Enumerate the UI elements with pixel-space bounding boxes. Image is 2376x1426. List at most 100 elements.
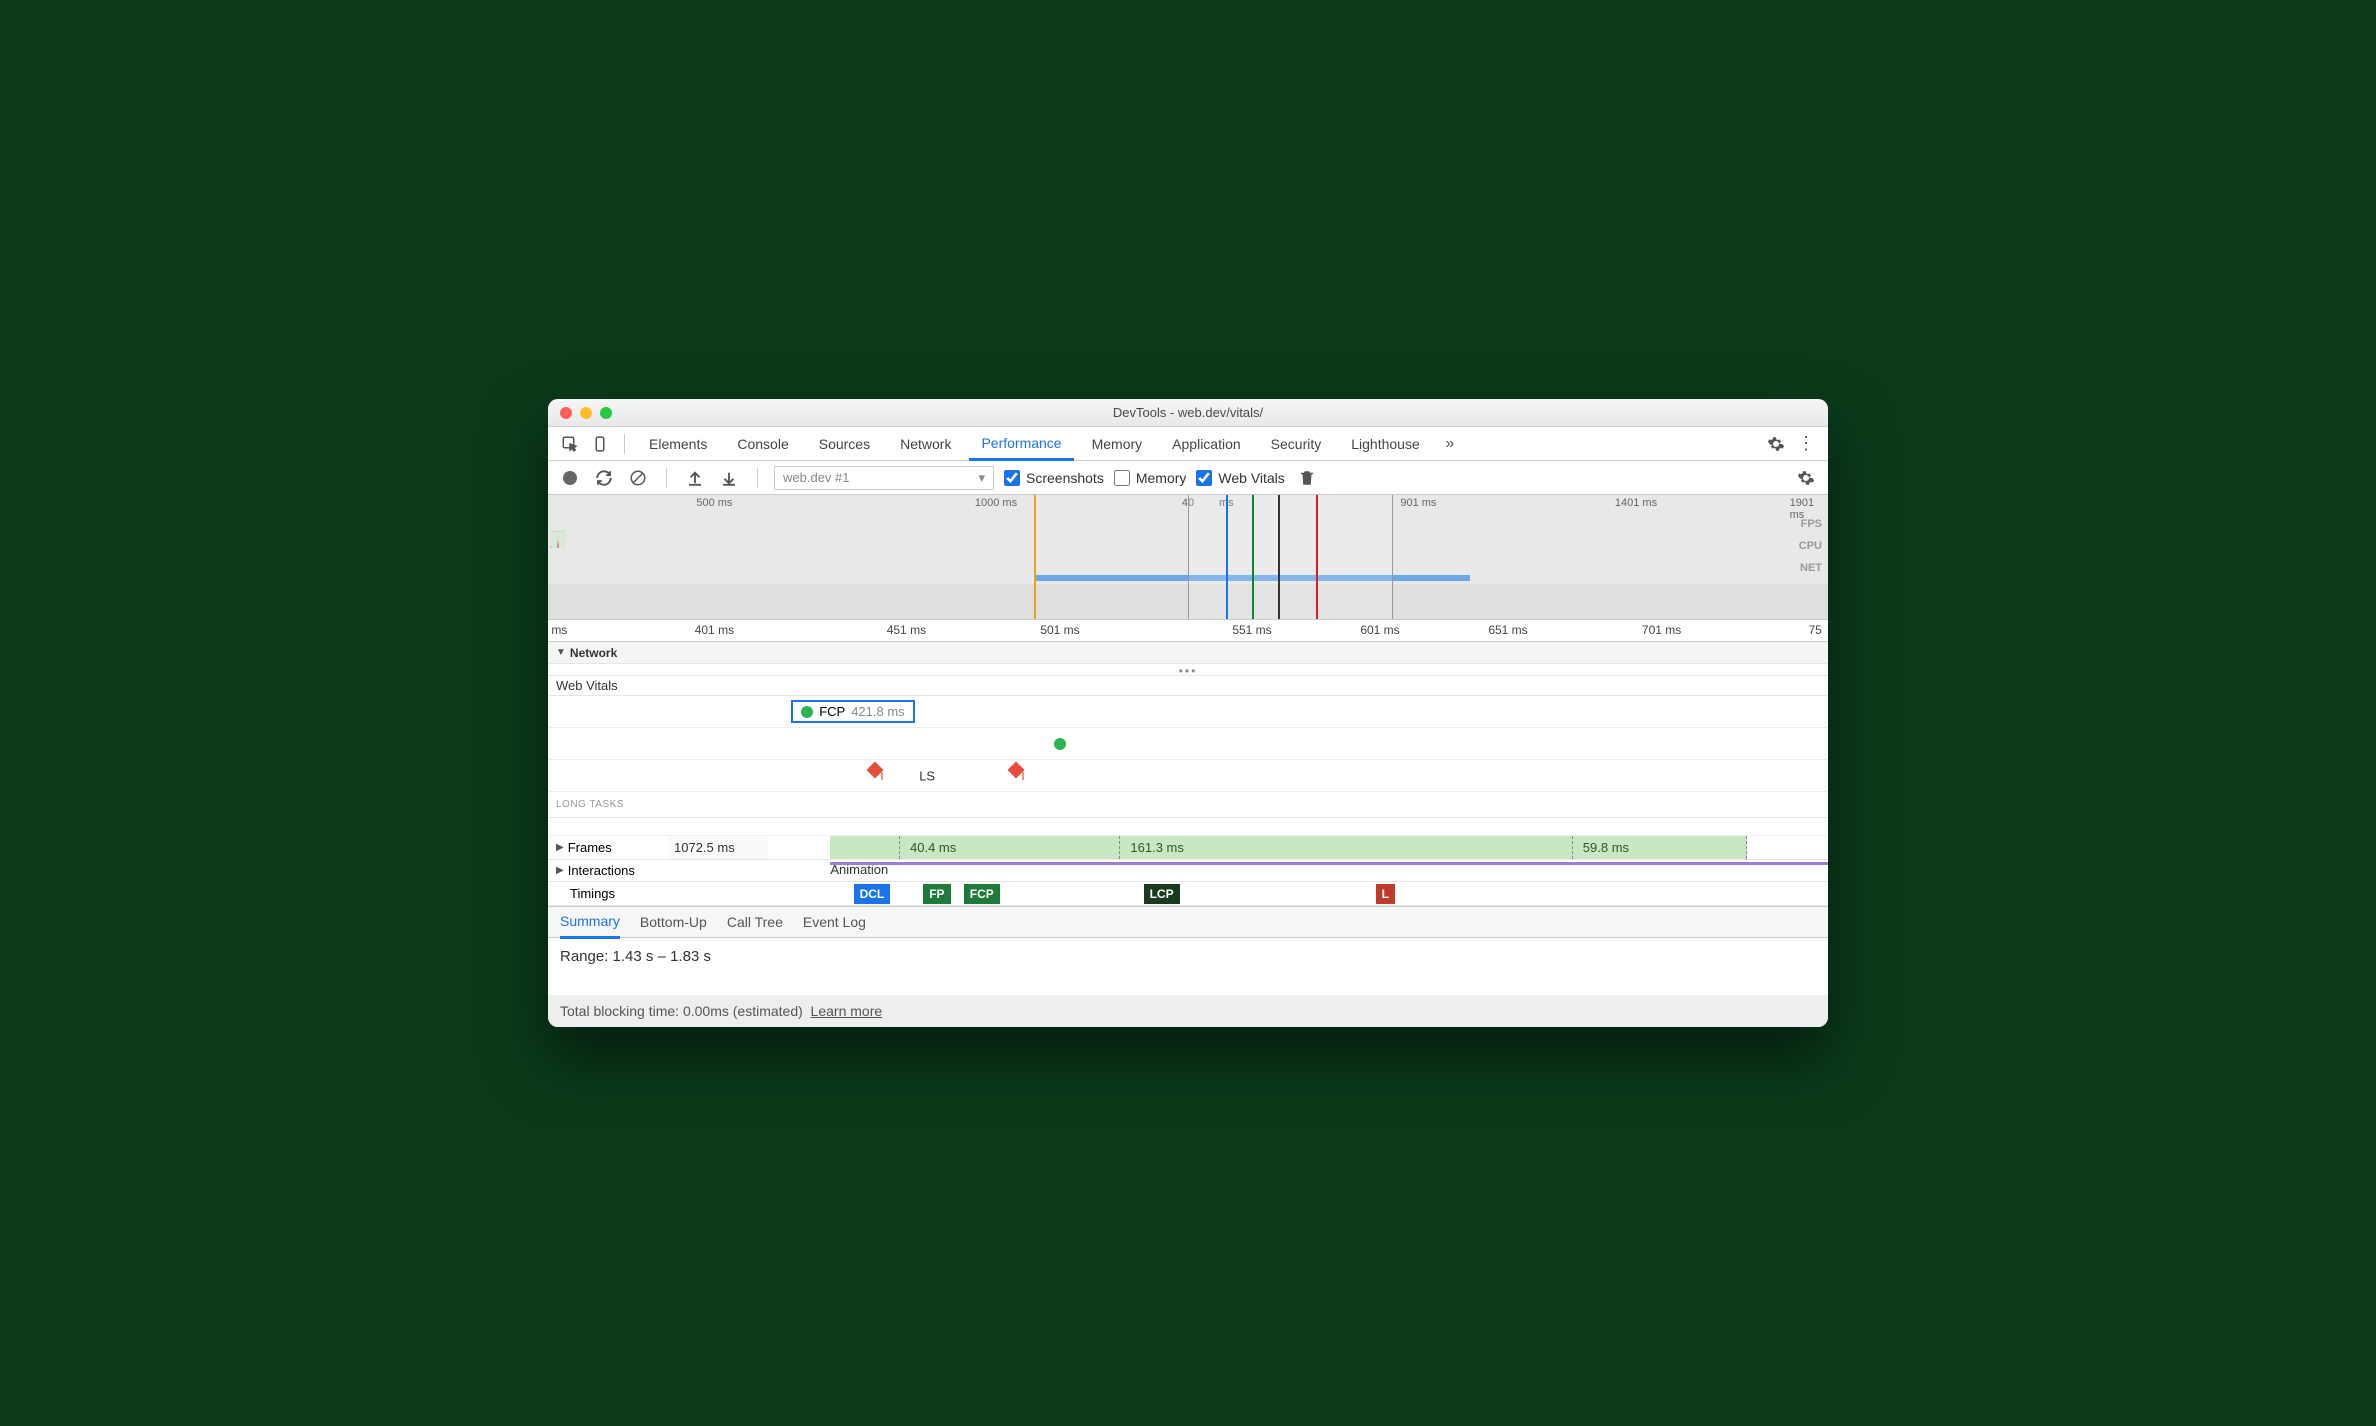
time-ruler[interactable]: 1 ms401 ms451 ms501 ms551 ms601 ms651 ms…	[548, 620, 1828, 642]
overview-vline	[1252, 495, 1254, 619]
tab-lighthouse[interactable]: Lighthouse	[1339, 427, 1432, 461]
capture-settings-icon[interactable]	[1794, 466, 1818, 490]
tab-console[interactable]: Console	[725, 427, 800, 461]
recording-select[interactable]: web.dev #1 ▾	[774, 466, 994, 490]
timing-badge-l[interactable]: L	[1376, 884, 1395, 904]
webvitals-fcp-lane: FCP 421.8 ms	[548, 696, 1828, 728]
more-tabs-icon[interactable]: »	[1438, 432, 1462, 456]
overview-selection[interactable]	[1188, 495, 1393, 619]
overview-vline	[1226, 495, 1228, 619]
ruler-tick: 601 ms	[1360, 623, 1399, 637]
titlebar: DevTools - web.dev/vitals/	[548, 399, 1828, 427]
recording-select-value: web.dev #1	[783, 470, 850, 485]
frames-track[interactable]: 1072.5 ms 40.4 ms161.3 ms59.8 ms	[668, 836, 1828, 859]
ruler-tick: 501 ms	[1040, 623, 1079, 637]
tab-elements[interactable]: Elements	[637, 427, 719, 461]
webvitals-checkbox-input[interactable]	[1196, 470, 1212, 486]
frame-block[interactable]: 161.3 ms	[1120, 836, 1572, 859]
tab-application[interactable]: Application	[1160, 427, 1253, 461]
overview-tick: 1000 ms	[975, 497, 1017, 509]
frame-block[interactable]	[830, 836, 900, 859]
tab-security[interactable]: Security	[1259, 427, 1334, 461]
record-button[interactable]	[558, 466, 582, 490]
ruler-tick: 401 ms	[695, 623, 734, 637]
ruler-tick: 651 ms	[1488, 623, 1527, 637]
frames-label: Frames	[568, 840, 612, 855]
learn-more-link[interactable]: Learn more	[811, 1003, 883, 1019]
tab-network[interactable]: Network	[888, 427, 963, 461]
ls-marker[interactable]	[875, 770, 887, 782]
webvitals-checkbox[interactable]: Web Vitals	[1196, 470, 1284, 486]
main-tabbar: Elements Console Sources Network Perform…	[548, 427, 1828, 461]
timings-row[interactable]: Timings DCL FP FCP LCP L	[548, 882, 1828, 906]
device-toggle-icon[interactable]	[588, 432, 612, 456]
memory-checkbox[interactable]: Memory	[1114, 470, 1187, 486]
ruler-tick: 451 ms	[887, 623, 926, 637]
tab-memory[interactable]: Memory	[1080, 427, 1155, 461]
upload-button[interactable]	[683, 466, 707, 490]
tab-performance[interactable]: Performance	[969, 427, 1073, 461]
download-button[interactable]	[717, 466, 741, 490]
interactions-label: Interactions	[568, 863, 635, 878]
screenshots-label: Screenshots	[1026, 470, 1104, 486]
network-section[interactable]: ▼Network	[548, 642, 1828, 664]
tab-call-tree[interactable]: Call Tree	[727, 906, 783, 938]
ls-marker[interactable]	[1016, 770, 1028, 782]
overview-tick: 901 ms	[1400, 497, 1436, 509]
long-tasks-label: LONG TASKS	[548, 792, 1828, 818]
webvitals-lcp-lane	[548, 728, 1828, 760]
timing-badge-dcl[interactable]: DCL	[854, 884, 891, 904]
tbt-text: Total blocking time: 0.00ms (estimated)	[560, 1003, 803, 1019]
collapse-handle[interactable]: •••	[548, 664, 1828, 676]
disclosure-icon: ▶	[556, 842, 564, 853]
interactions-row[interactable]: ▶Interactions Animation	[548, 860, 1828, 882]
timing-badge-lcp[interactable]: LCP	[1144, 884, 1180, 904]
separator	[624, 434, 625, 454]
perf-toolbar: web.dev #1 ▾ Screenshots Memory Web Vita…	[548, 461, 1828, 495]
reload-button[interactable]	[592, 466, 616, 490]
fcp-badge[interactable]: FCP 421.8 ms	[791, 700, 914, 723]
ruler-tick: 1 ms	[548, 623, 567, 637]
frames-first-value: 1072.5 ms	[668, 836, 768, 859]
tab-sources[interactable]: Sources	[807, 427, 882, 461]
tab-bottom-up[interactable]: Bottom-Up	[640, 906, 707, 938]
timing-badge-fp[interactable]: FP	[923, 884, 950, 904]
frames-row[interactable]: ▶ Frames 1072.5 ms 40.4 ms161.3 ms59.8 ms	[548, 836, 1828, 860]
timings-track[interactable]: DCL FP FCP LCP L	[668, 882, 1828, 905]
webvitals-section-header: Web Vitals	[548, 676, 1828, 696]
trash-button[interactable]	[1295, 466, 1319, 490]
kebab-menu-icon[interactable]: ⋮	[1794, 432, 1818, 456]
interactions-track[interactable]: Animation	[668, 860, 1828, 881]
long-tasks-lane	[548, 818, 1828, 836]
bottom-tabbar: Summary Bottom-Up Call Tree Event Log	[548, 906, 1828, 938]
settings-icon[interactable]	[1764, 432, 1788, 456]
overview-vline	[1034, 495, 1036, 619]
frame-block[interactable]: 40.4 ms	[900, 836, 1120, 859]
lcp-marker[interactable]	[1054, 738, 1066, 750]
overview-timeline[interactable]: 500 ms1000 ms40ms901 ms1401 ms1901 ms FP…	[548, 495, 1828, 620]
fcp-badge-label: FCP	[819, 704, 845, 719]
summary-range: Range: 1.43 s – 1.83 s	[548, 938, 1828, 975]
webvitals-ls-lane: LS	[548, 760, 1828, 792]
window-title: DevTools - web.dev/vitals/	[548, 405, 1828, 420]
timings-label: Timings	[570, 886, 615, 901]
screenshots-checkbox[interactable]: Screenshots	[1004, 470, 1104, 486]
timing-badge-fcp[interactable]: FCP	[964, 884, 1000, 904]
inspect-icon[interactable]	[558, 432, 582, 456]
overview-tick: 500 ms	[696, 497, 732, 509]
clear-button[interactable]	[626, 466, 650, 490]
network-label: Network	[570, 646, 617, 660]
ruler-tick: 75	[1809, 623, 1822, 637]
footer: Total blocking time: 0.00ms (estimated) …	[548, 995, 1828, 1027]
webvitals-label: Web Vitals	[1218, 470, 1284, 486]
separator	[666, 468, 667, 488]
tab-summary[interactable]: Summary	[560, 907, 620, 939]
screenshots-checkbox-input[interactable]	[1004, 470, 1020, 486]
tab-event-log[interactable]: Event Log	[803, 906, 866, 938]
memory-checkbox-input[interactable]	[1114, 470, 1130, 486]
fcp-badge-value: 421.8 ms	[851, 704, 904, 719]
ls-label: LS	[919, 768, 935, 783]
ruler-tick: 701 ms	[1642, 623, 1681, 637]
animation-bar	[830, 862, 1828, 877]
frame-block[interactable]: 59.8 ms	[1573, 836, 1747, 859]
